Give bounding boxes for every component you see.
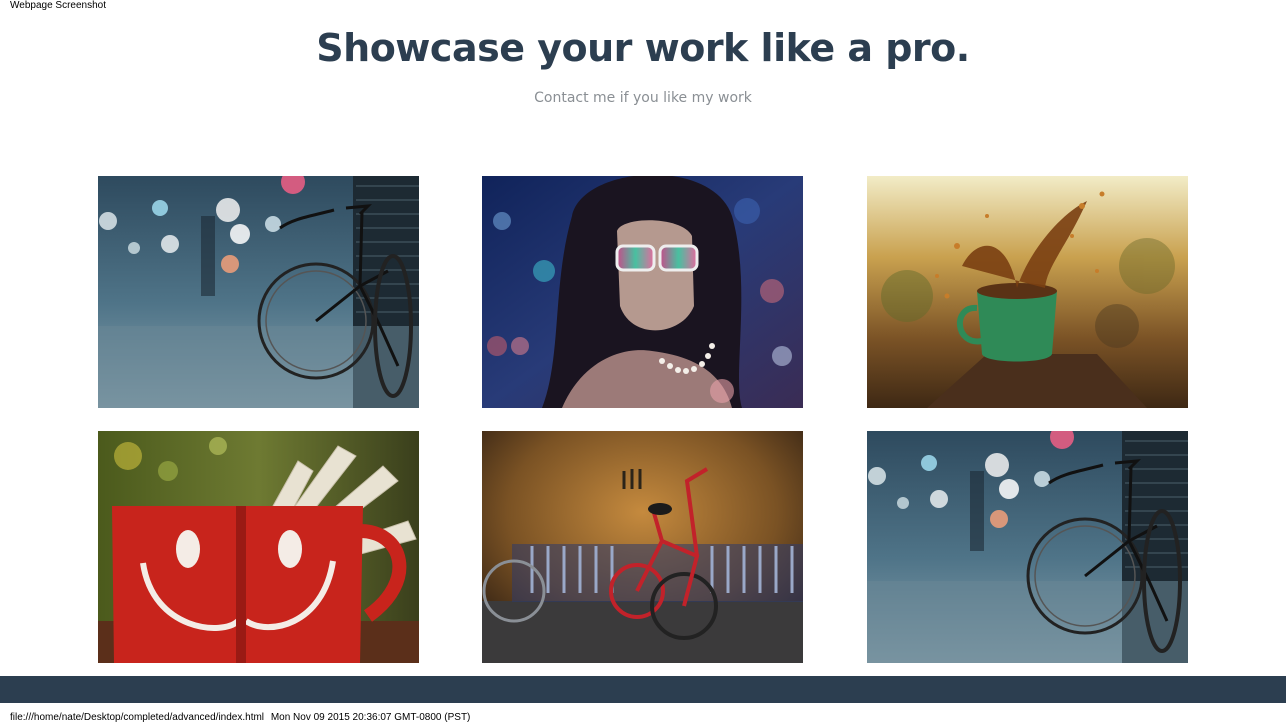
- smiley-mugs-image: [98, 431, 419, 663]
- print-header: Webpage Screenshot: [10, 0, 106, 11]
- red-bicycle-wall-image: [482, 431, 803, 663]
- print-footer: file:///home/nate/Desktop/completed/adva…: [10, 712, 470, 723]
- gallery-item-woman-sunglasses[interactable]: [482, 176, 803, 408]
- page-subtitle: Contact me if you like my work: [534, 90, 752, 106]
- print-footer-path: file:///home/nate/Desktop/completed/adva…: [10, 712, 265, 723]
- gallery-item-smiley-mugs[interactable]: [98, 431, 419, 663]
- bicycle-street-image: [867, 431, 1188, 663]
- print-footer-datetime: Mon Nov 09 2015 20:36:07 GMT-0800 (PST): [270, 712, 471, 723]
- coffee-splash-image: [867, 176, 1188, 408]
- woman-sunglasses-image: [482, 176, 803, 408]
- page-footer: [0, 676, 1286, 703]
- gallery-item-red-bicycle-wall[interactable]: [482, 431, 803, 663]
- page-title: Showcase your work like a pro.: [316, 26, 970, 70]
- bicycle-street-image: [98, 176, 419, 408]
- gallery-item-bicycle-street-2[interactable]: [867, 431, 1188, 663]
- gallery-item-bicycle-street[interactable]: [98, 176, 419, 408]
- gallery-item-coffee-splash[interactable]: [867, 176, 1188, 408]
